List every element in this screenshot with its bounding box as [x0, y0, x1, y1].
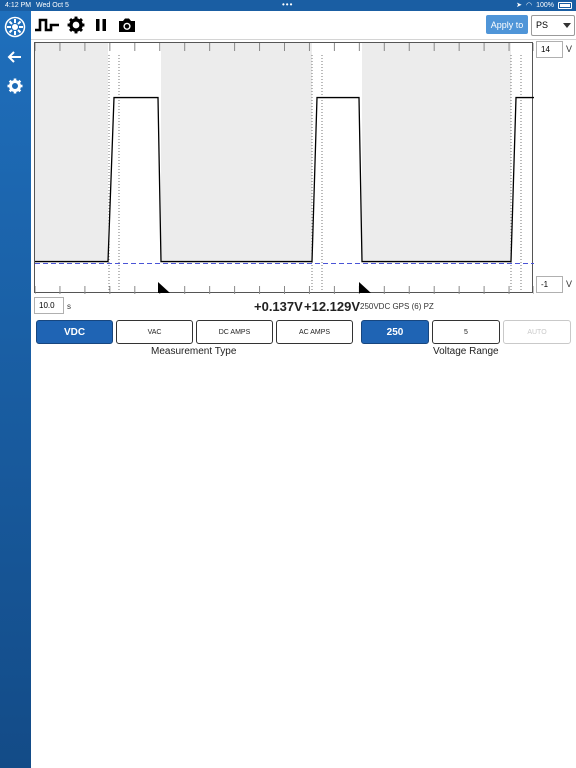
min-voltage-readout: +0.137V: [254, 299, 303, 314]
gear-icon[interactable]: [3, 74, 27, 98]
battery-percent: 100%: [536, 2, 554, 9]
back-arrow-icon[interactable]: [3, 45, 27, 69]
max-voltage-readout: +12.129V: [304, 299, 361, 314]
trace-shade-region: [161, 43, 312, 262]
measurement-type-label: Measurement Type: [151, 346, 237, 357]
camera-icon[interactable]: [116, 14, 138, 36]
measurement-vac-button[interactable]: VAC: [116, 320, 193, 344]
status-time: 4:12 PM: [5, 2, 32, 9]
location-icon: ➤: [516, 2, 522, 9]
y-min-input[interactable]: -1: [536, 276, 563, 293]
pause-icon[interactable]: [90, 14, 112, 36]
multitasking-dots-icon[interactable]: •••: [282, 0, 293, 10]
settings-gear-icon[interactable]: [65, 14, 87, 36]
chevron-down-icon: [563, 23, 571, 28]
measurement-vdc-button[interactable]: VDC: [36, 320, 113, 344]
probe-select-dropdown[interactable]: PS: [531, 15, 575, 36]
voltage-range-label: Voltage Range: [433, 346, 499, 357]
probe-select-value: PS: [536, 20, 549, 30]
range-auto-button[interactable]: AUTO: [503, 320, 571, 344]
measurement-ac-amps-button[interactable]: AC AMPS: [276, 320, 353, 344]
scope-display[interactable]: [34, 42, 534, 294]
scope-plot: [35, 43, 534, 294]
battery-icon: [558, 2, 572, 9]
probe-meta-label: 250VDC GPS (6) PZ: [360, 302, 434, 311]
y-max-unit: V: [566, 44, 573, 54]
y-max-input[interactable]: 14: [536, 41, 563, 58]
trace-shade-region: [35, 43, 108, 262]
apply-to-button[interactable]: Apply to: [486, 15, 528, 34]
status-date: Wed Oct 5: [36, 2, 69, 9]
status-bar: 4:12 PM Wed Oct 5 ••• ➤ ◠ 100%: [0, 0, 576, 11]
waveform-icon[interactable]: [33, 14, 61, 36]
time-div-unit: s: [67, 302, 71, 311]
app-logo-icon[interactable]: [3, 15, 27, 39]
trigger-marker: [158, 282, 170, 293]
y-min-unit: V: [566, 279, 573, 289]
time-div-input[interactable]: 10.0: [34, 297, 64, 314]
trigger-marker: [359, 282, 371, 293]
sidebar: [0, 11, 31, 768]
measurement-dc-amps-button[interactable]: DC AMPS: [196, 320, 273, 344]
trace-shade-region: [362, 43, 511, 262]
toolbar: Apply to PS: [31, 11, 576, 40]
range-5-button[interactable]: 5: [432, 320, 500, 344]
range-250-button[interactable]: 250: [361, 320, 429, 344]
wifi-icon: ◠: [525, 2, 533, 9]
